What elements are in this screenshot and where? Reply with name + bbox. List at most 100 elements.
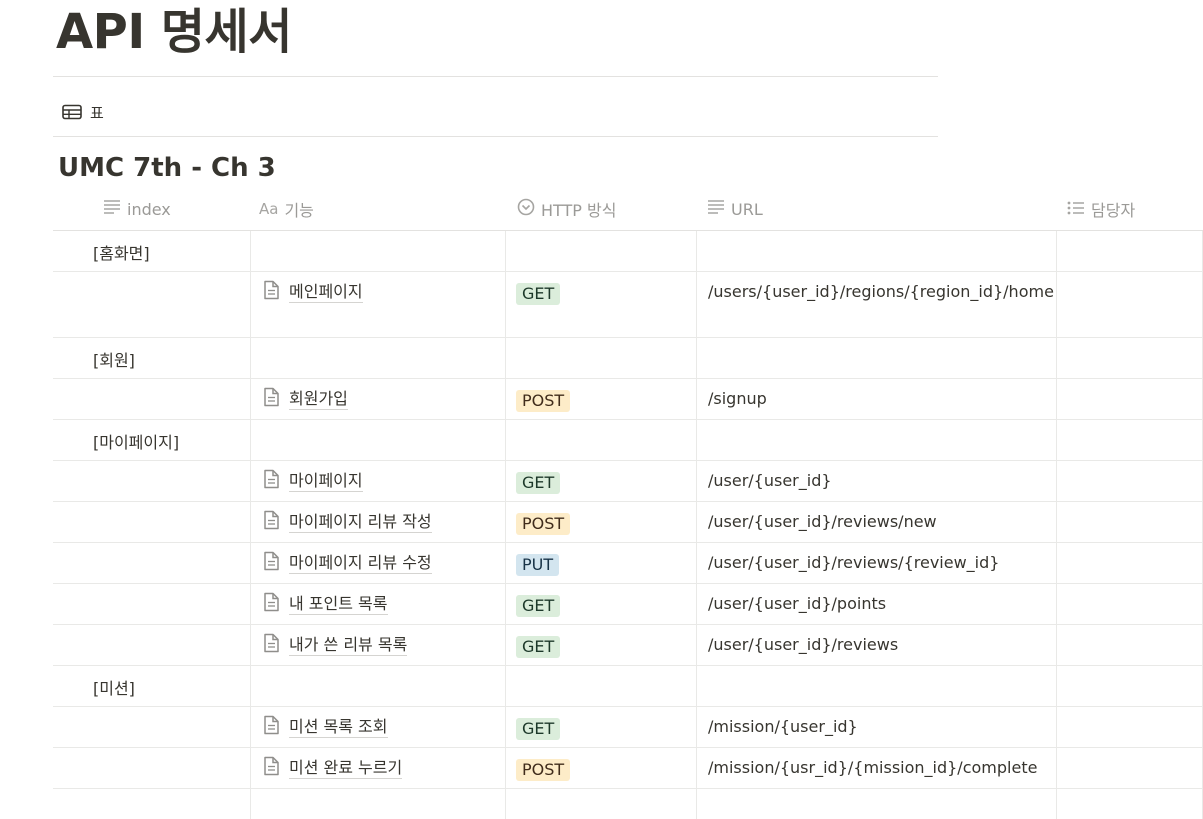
cell-index[interactable] (53, 748, 251, 788)
column-header-method[interactable]: HTTP 방식 (506, 188, 697, 230)
cell-url[interactable]: /user/{user_id} (697, 461, 1057, 501)
page-title-link[interactable]: 회원가입 (289, 389, 348, 410)
table-row[interactable]: 마이페이지 GET/user/{user_id} (53, 461, 1203, 502)
cell-owner[interactable] (1057, 272, 1203, 337)
page-link[interactable]: 미션 목록 조회 (262, 715, 388, 739)
cell-feature[interactable]: 회원가입 (251, 379, 506, 419)
cell-url[interactable]: /user/{user_id}/reviews/{review_id} (697, 543, 1057, 583)
cell-method[interactable]: GET (506, 461, 697, 501)
cell-method[interactable]: POST (506, 379, 697, 419)
column-header-feature[interactable]: Aa 기능 (251, 188, 506, 230)
table-row-group[interactable]: [미션] (53, 666, 1203, 707)
cell-owner[interactable] (1057, 502, 1203, 542)
cell-index[interactable] (53, 789, 251, 819)
cell-url[interactable] (697, 420, 1057, 460)
cell-feature[interactable]: 내 포인트 목록 (251, 584, 506, 624)
cell-method[interactable]: GET (506, 272, 697, 337)
page-title-link[interactable]: 마이페이지 리뷰 수정 (289, 553, 432, 574)
table-row[interactable]: 내가 쓴 리뷰 목록 GET/user/{user_id}/reviews (53, 625, 1203, 666)
page-link[interactable]: 내가 쓴 리뷰 목록 (262, 633, 408, 657)
cell-index[interactable]: [마이페이지] (53, 420, 251, 460)
page-title-link[interactable]: 내가 쓴 리뷰 목록 (289, 635, 408, 656)
cell-method[interactable] (506, 420, 697, 460)
cell-owner[interactable] (1057, 420, 1203, 460)
cell-url[interactable] (697, 231, 1057, 271)
table-row-group[interactable]: [홈화면] (53, 231, 1203, 272)
column-header-index[interactable]: index (53, 188, 251, 230)
page-title-link[interactable]: 내 포인트 목록 (289, 594, 388, 615)
cell-feature[interactable]: 마이페이지 리뷰 작성 (251, 502, 506, 542)
cell-method[interactable] (506, 789, 697, 819)
cell-feature[interactable]: 미션 목록 조회 (251, 707, 506, 747)
cell-index[interactable] (53, 272, 251, 337)
table-row[interactable]: 내 포인트 목록 GET/user/{user_id}/points (53, 584, 1203, 625)
cell-owner[interactable] (1057, 338, 1203, 378)
cell-url[interactable]: /mission/{user_id} (697, 707, 1057, 747)
cell-feature[interactable] (251, 789, 506, 819)
table-row[interactable]: 미션 완료 누르기 POST/mission/{usr_id}/{mission_… (53, 748, 1203, 789)
table-row[interactable]: 마이페이지 리뷰 작성 POST/user/{user_id}/reviews/n… (53, 502, 1203, 543)
page-link[interactable]: 미션 완료 누르기 (262, 756, 403, 780)
cell-method[interactable]: PUT (506, 543, 697, 583)
table-row[interactable]: 회원가입 POST/signup (53, 379, 1203, 420)
column-header-owner[interactable]: 담당자 (1057, 188, 1203, 230)
page-title-link[interactable]: 마이페이지 (289, 471, 363, 492)
table-row[interactable]: 메인페이지 GET/users/{user_id}/regions/{region… (53, 272, 1203, 338)
cell-method[interactable]: POST (506, 748, 697, 788)
database-title[interactable]: UMC 7th - Ch 3 (58, 150, 276, 186)
cell-owner[interactable] (1057, 789, 1203, 819)
cell-owner[interactable] (1057, 584, 1203, 624)
cell-feature[interactable] (251, 231, 506, 271)
cell-index[interactable] (53, 707, 251, 747)
page-link[interactable]: 마이페이지 (262, 469, 363, 493)
cell-index[interactable] (53, 502, 251, 542)
cell-index[interactable] (53, 461, 251, 501)
cell-feature[interactable] (251, 338, 506, 378)
cell-index[interactable] (53, 625, 251, 665)
cell-method[interactable]: POST (506, 502, 697, 542)
cell-feature[interactable]: 메인페이지 (251, 272, 506, 337)
cell-method[interactable]: GET (506, 625, 697, 665)
cell-owner[interactable] (1057, 666, 1203, 706)
page-title-link[interactable]: 미션 완료 누르기 (289, 758, 403, 779)
page-link[interactable]: 마이페이지 리뷰 작성 (262, 510, 432, 534)
cell-owner[interactable] (1057, 543, 1203, 583)
cell-method[interactable] (506, 666, 697, 706)
tab-table-view[interactable]: 표 (62, 100, 104, 124)
cell-owner[interactable] (1057, 625, 1203, 665)
cell-feature[interactable]: 마이페이지 리뷰 수정 (251, 543, 506, 583)
cell-method[interactable]: GET (506, 584, 697, 624)
table-row-group[interactable]: [마이페이지] (53, 420, 1203, 461)
page-link[interactable]: 회원가입 (262, 387, 348, 411)
cell-index[interactable]: [미션] (53, 666, 251, 706)
cell-owner[interactable] (1057, 379, 1203, 419)
cell-feature[interactable]: 미션 완료 누르기 (251, 748, 506, 788)
cell-url[interactable] (697, 789, 1057, 819)
table-row-empty[interactable] (53, 789, 1203, 819)
cell-url[interactable]: /user/{user_id}/reviews/new (697, 502, 1057, 542)
column-header-url[interactable]: URL (697, 188, 1057, 230)
cell-url[interactable] (697, 338, 1057, 378)
table-row[interactable]: 마이페이지 리뷰 수정 PUT/user/{user_id}/reviews/{r… (53, 543, 1203, 584)
cell-index[interactable] (53, 584, 251, 624)
cell-feature[interactable] (251, 420, 506, 460)
page-title-link[interactable]: 마이페이지 리뷰 작성 (289, 512, 432, 533)
cell-feature[interactable] (251, 666, 506, 706)
cell-url[interactable]: /users/{user_id}/regions/{region_id}/hom… (697, 272, 1057, 337)
cell-url[interactable] (697, 666, 1057, 706)
page-title-link[interactable]: 메인페이지 (289, 282, 363, 303)
cell-url[interactable]: /mission/{usr_id}/{mission_id}/complete (697, 748, 1057, 788)
cell-owner[interactable] (1057, 461, 1203, 501)
page-link[interactable]: 메인페이지 (262, 280, 363, 304)
cell-url[interactable]: /user/{user_id}/points (697, 584, 1057, 624)
cell-index[interactable] (53, 543, 251, 583)
cell-index[interactable] (53, 379, 251, 419)
page-link[interactable]: 내 포인트 목록 (262, 592, 388, 616)
cell-url[interactable]: /user/{user_id}/reviews (697, 625, 1057, 665)
cell-index[interactable]: [회원] (53, 338, 251, 378)
table-row-group[interactable]: [회원] (53, 338, 1203, 379)
cell-method[interactable]: GET (506, 707, 697, 747)
cell-owner[interactable] (1057, 748, 1203, 788)
page-title-link[interactable]: 미션 목록 조회 (289, 717, 388, 738)
cell-method[interactable] (506, 338, 697, 378)
